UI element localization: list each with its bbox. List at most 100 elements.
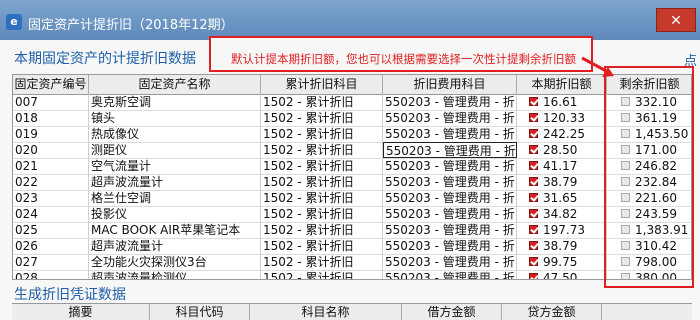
- cell-code[interactable]: 022: [13, 174, 89, 190]
- cell-period[interactable]: 31.65: [517, 190, 607, 206]
- cell-name[interactable]: 奥克斯空调: [89, 94, 261, 110]
- voucher-col-name[interactable]: 科目名称: [250, 304, 402, 320]
- cell-code[interactable]: 019: [13, 126, 89, 142]
- table-row[interactable]: 020测距仪1502 - 累计折旧550203 - 管理费用 - 折旧费 28.5…: [13, 142, 691, 159]
- cell-exp[interactable]: 550203 - 管理费用 - 折旧费: [383, 270, 517, 279]
- cell-name[interactable]: 热成像仪: [89, 126, 261, 142]
- cell-exp[interactable]: 550203 - 管理费用 - 折旧费: [383, 126, 517, 142]
- cell-code[interactable]: 018: [13, 110, 89, 126]
- cell-acc[interactable]: 1502 - 累计折旧: [261, 94, 383, 110]
- cell-name[interactable]: 空气流量计: [89, 158, 261, 174]
- period-checkbox[interactable]: [529, 145, 538, 154]
- cell-acc[interactable]: 1502 - 累计折旧: [261, 174, 383, 190]
- cell-code[interactable]: 027: [13, 254, 89, 270]
- cell-acc[interactable]: 1502 - 累计折旧: [261, 190, 383, 206]
- cell-period[interactable]: 242.25: [517, 126, 607, 142]
- depreciation-window: e 固定资产计提折旧（2018年12期） ✕ 本期固定资产的计提折旧数据 点 固…: [0, 0, 700, 320]
- cell-exp[interactable]: 550203 - 管理费用 - 折旧费: [383, 206, 517, 222]
- table-row[interactable]: 024投影仪1502 - 累计折旧550203 - 管理费用 - 折旧费 34.8…: [13, 206, 691, 223]
- cell-period[interactable]: 47.50: [517, 270, 607, 279]
- close-button[interactable]: ✕: [656, 8, 696, 32]
- cell-code[interactable]: 024: [13, 206, 89, 222]
- depreciation-table: 固定资产编号 固定资产名称 累计折旧科目 折旧费用科目 本期折旧额 剩余折旧额 …: [12, 74, 692, 280]
- cell-code[interactable]: 021: [13, 158, 89, 174]
- period-checkbox[interactable]: [529, 209, 538, 218]
- cell-period[interactable]: 38.79: [517, 238, 607, 254]
- table-row[interactable]: 022超声波流量计1502 - 累计折旧550203 - 管理费用 - 折旧费 3…: [13, 174, 691, 191]
- cell-code[interactable]: 023: [13, 190, 89, 206]
- cell-acc[interactable]: 1502 - 累计折旧: [261, 126, 383, 142]
- cell-name[interactable]: MAC BOOK AIR苹果笔记本: [89, 222, 261, 238]
- table-row[interactable]: 019热成像仪1502 - 累计折旧550203 - 管理费用 - 折旧费 242…: [13, 126, 691, 143]
- cell-name[interactable]: 超声波流量检测仪: [89, 270, 261, 279]
- cell-code[interactable]: 026: [13, 238, 89, 254]
- period-checkbox[interactable]: [529, 257, 538, 266]
- cell-code[interactable]: 025: [13, 222, 89, 238]
- cell-name[interactable]: 全功能火灾探测仪3台: [89, 254, 261, 270]
- cell-text: 28.50: [543, 143, 578, 157]
- cell-period[interactable]: 120.33: [517, 110, 607, 126]
- col-header-exp[interactable]: 折旧费用科目: [383, 75, 517, 94]
- table-row[interactable]: 007奥克斯空调1502 - 累计折旧550203 - 管理费用 - 折旧费 16…: [13, 94, 691, 111]
- table-row[interactable]: 028超声波流量检测仪1502 - 累计折旧550203 - 管理费用 - 折旧…: [13, 270, 691, 279]
- period-checkbox[interactable]: [529, 241, 538, 250]
- table-row[interactable]: 027 全功能火灾探测仪3台 1502 - 累计折旧 550203 - 管理费用 - …: [13, 254, 691, 271]
- period-checkbox[interactable]: [529, 129, 538, 138]
- cell-acc[interactable]: 1502 - 累计折旧: [261, 270, 383, 279]
- period-checkbox[interactable]: [529, 113, 538, 122]
- cell-acc[interactable]: 1502 - 累计折旧: [261, 110, 383, 126]
- cell-acc[interactable]: 1502 - 累计折旧: [261, 206, 383, 222]
- cell-code[interactable]: 028: [13, 270, 89, 279]
- cell-name[interactable]: 超声波流量计: [89, 174, 261, 190]
- cell-name[interactable]: 镇头: [89, 110, 261, 126]
- callout-box: 默认计提本期折旧额，您也可以根据需要选择一次性计提剩余折旧额: [209, 36, 593, 72]
- window-title: 固定资产计提折旧（2018年12期）: [28, 18, 234, 33]
- cell-period[interactable]: 41.17: [517, 158, 607, 174]
- period-checkbox[interactable]: [529, 225, 538, 234]
- period-checkbox[interactable]: [529, 97, 538, 106]
- cell-acc[interactable]: 1502 - 累计折旧: [261, 254, 383, 270]
- table-row[interactable]: 018镇头1502 - 累计折旧550203 - 管理费用 - 折旧费 120.3…: [13, 110, 691, 127]
- cell-acc[interactable]: 1502 - 累计折旧: [261, 222, 383, 238]
- cell-name[interactable]: 投影仪: [89, 206, 261, 222]
- cell-period[interactable]: 34.82: [517, 206, 607, 222]
- table-row[interactable]: 023格兰仕空调1502 - 累计折旧550203 - 管理费用 - 折旧费 31…: [13, 190, 691, 207]
- cell-code[interactable]: 020: [13, 142, 89, 158]
- table-row[interactable]: 026超声波流量计1502 - 累计折旧550203 - 管理费用 - 折旧费 3…: [13, 238, 691, 255]
- cell-acc[interactable]: 1502 - 累计折旧: [261, 238, 383, 254]
- cell-text: 38.79: [543, 175, 578, 189]
- period-checkbox[interactable]: [529, 161, 538, 170]
- col-header-acc[interactable]: 累计折旧科目: [261, 75, 383, 94]
- voucher-col-code[interactable]: 科目代码: [150, 304, 250, 320]
- period-checkbox[interactable]: [529, 273, 538, 279]
- cell-acc[interactable]: 1502 - 累计折旧: [261, 142, 383, 158]
- cell-exp[interactable]: 550203 - 管理费用 - 折旧费: [383, 158, 517, 174]
- col-header-name[interactable]: 固定资产名称: [89, 75, 261, 94]
- cell-name[interactable]: 格兰仕空调: [89, 190, 261, 206]
- cell-exp[interactable]: 550203 - 管理费用 - 折旧费: [383, 190, 517, 206]
- cell-code[interactable]: 007: [13, 94, 89, 110]
- cell-exp[interactable]: 550203 - 管理费用 - 折旧费: [383, 254, 517, 270]
- col-header-code[interactable]: 固定资产编号: [13, 75, 89, 94]
- table-row[interactable]: 025 MAC BOOK AIR苹果笔记本 1502 - 累计折旧 550203 - …: [13, 222, 691, 239]
- cell-period[interactable]: 99.75: [517, 254, 607, 270]
- cell-period[interactable]: 197.73: [517, 222, 607, 238]
- cell-acc[interactable]: 1502 - 累计折旧: [261, 158, 383, 174]
- period-checkbox[interactable]: [529, 193, 538, 202]
- cell-exp[interactable]: 550203 - 管理费用 - 折旧费: [383, 238, 517, 254]
- cell-period[interactable]: 38.79: [517, 174, 607, 190]
- cell-name[interactable]: 测距仪: [89, 142, 261, 158]
- voucher-col-summary[interactable]: 摘要: [12, 304, 150, 320]
- cell-period[interactable]: 28.50: [517, 142, 607, 158]
- cell-exp[interactable]: 550203 - 管理费用 - 折旧费: [383, 142, 517, 158]
- voucher-col-debit[interactable]: 借方金额: [402, 304, 502, 320]
- cell-name[interactable]: 超声波流量计: [89, 238, 261, 254]
- cell-period[interactable]: 16.61: [517, 94, 607, 110]
- cell-exp[interactable]: 550203 - 管理费用 - 折旧费: [383, 110, 517, 126]
- voucher-col-credit[interactable]: 贷方金额: [502, 304, 602, 320]
- cell-exp[interactable]: 550203 - 管理费用 - 折旧费: [383, 94, 517, 110]
- cell-exp[interactable]: 550203 - 管理费用 - 折旧费: [383, 174, 517, 190]
- period-checkbox[interactable]: [529, 177, 538, 186]
- cell-exp[interactable]: 550203 - 管理费用 - 折旧费: [383, 222, 517, 238]
- table-row[interactable]: 021空气流量计1502 - 累计折旧550203 - 管理费用 - 折旧费 41…: [13, 158, 691, 175]
